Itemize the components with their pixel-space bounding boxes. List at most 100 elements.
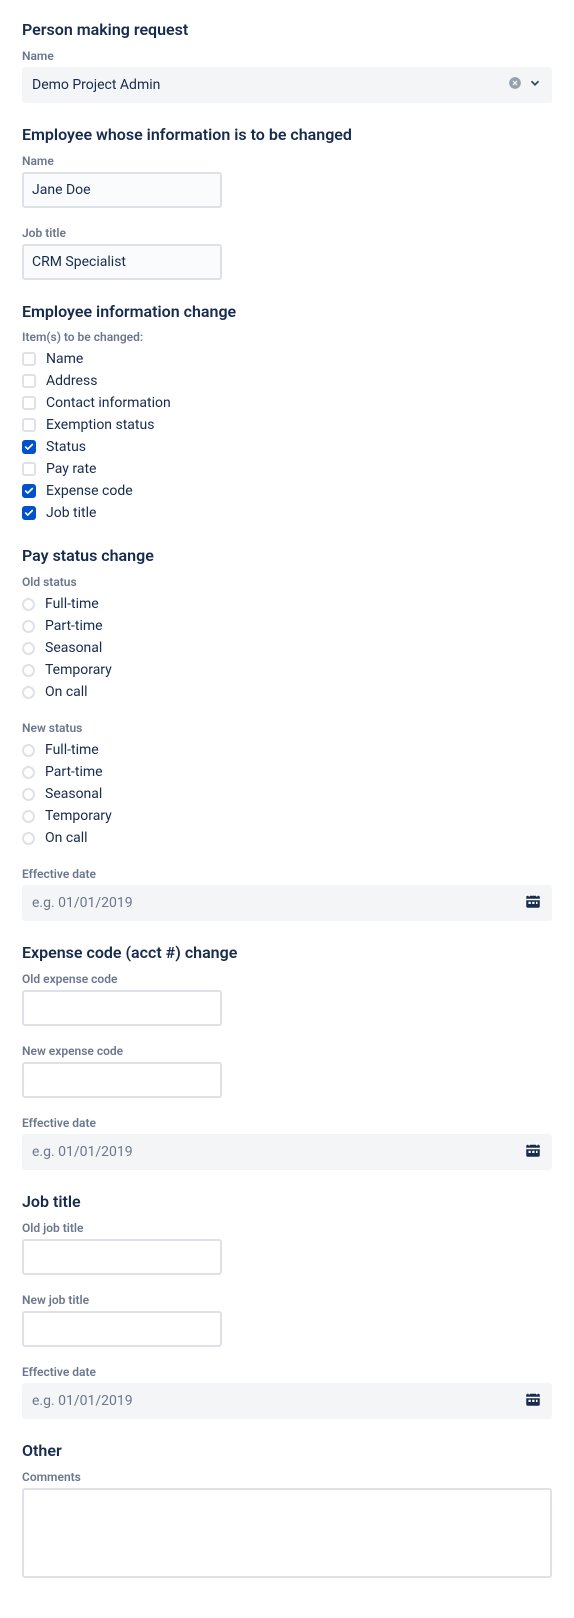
section-title-employee: Employee whose information is to be chan…: [22, 125, 552, 146]
field-employee-job: Job title CRM Specialist: [22, 226, 552, 280]
radio-label: Full-time: [45, 596, 99, 612]
field-old-expense: Old expense code: [22, 972, 552, 1026]
calendar-icon[interactable]: [524, 892, 542, 914]
label-items: Item(s) to be changed:: [22, 330, 552, 344]
label-effective-date: Effective date: [22, 1365, 552, 1379]
date-placeholder: e.g. 01/01/2019: [32, 1393, 524, 1409]
radio-item[interactable]: Temporary: [22, 805, 552, 827]
radio-label: Part-time: [45, 764, 103, 780]
field-employee-name: Name Jane Doe: [22, 154, 552, 208]
checkbox-icon[interactable]: [22, 374, 36, 388]
clear-icon[interactable]: [508, 76, 522, 94]
date-placeholder: e.g. 01/01/2019: [32, 895, 524, 911]
input-new-expense[interactable]: [22, 1062, 222, 1098]
date-input-expense[interactable]: e.g. 01/01/2019: [22, 1134, 552, 1170]
checkbox-item[interactable]: Exemption status: [22, 414, 552, 436]
checkbox-item[interactable]: Contact information: [22, 392, 552, 414]
input-old-expense[interactable]: [22, 990, 222, 1026]
checkbox-label: Status: [46, 439, 86, 455]
checkbox-item[interactable]: Pay rate: [22, 458, 552, 480]
label-new-expense: New expense code: [22, 1044, 552, 1058]
checkbox-item[interactable]: Job title: [22, 502, 552, 524]
radio-item[interactable]: Temporary: [22, 659, 552, 681]
radio-icon[interactable]: [22, 810, 35, 823]
checkbox-item[interactable]: Name: [22, 348, 552, 370]
radio-icon[interactable]: [22, 620, 35, 633]
radio-icon[interactable]: [22, 788, 35, 801]
checkbox-icon[interactable]: [22, 484, 36, 498]
radio-item[interactable]: Seasonal: [22, 783, 552, 805]
radio-list-old-status: Full-time Part-timeSeasonalTemporary On ca…: [22, 593, 552, 703]
field-job-effective-date: Effective date e.g. 01/01/2019: [22, 1365, 552, 1419]
section-other: Other Comments: [22, 1441, 552, 1582]
radio-icon[interactable]: [22, 686, 35, 699]
checkbox-icon[interactable]: [22, 418, 36, 432]
radio-item[interactable]: Full-time: [22, 593, 552, 615]
date-input-job-title[interactable]: e.g. 01/01/2019: [22, 1383, 552, 1419]
radio-label: Full-time: [45, 742, 99, 758]
checkbox-item[interactable]: Address: [22, 370, 552, 392]
label-comments: Comments: [22, 1470, 552, 1484]
checkbox-icon[interactable]: [22, 506, 36, 520]
label-old-status: Old status: [22, 575, 552, 589]
label-requester-name: Name: [22, 49, 552, 63]
field-comments: Comments: [22, 1470, 552, 1582]
checkbox-item[interactable]: Status: [22, 436, 552, 458]
section-title-pay-status: Pay status change: [22, 546, 552, 567]
label-employee-name: Name: [22, 154, 552, 168]
checkbox-icon[interactable]: [22, 352, 36, 366]
checkbox-icon[interactable]: [22, 440, 36, 454]
radio-item[interactable]: Part-time: [22, 615, 552, 637]
radio-label: Temporary: [45, 808, 112, 824]
radio-label: On call: [45, 830, 88, 846]
input-employee-name[interactable]: Jane Doe: [22, 172, 222, 208]
radio-item[interactable]: On call: [22, 681, 552, 703]
radio-icon[interactable]: [22, 766, 35, 779]
section-title-other: Other: [22, 1441, 552, 1462]
radio-icon[interactable]: [22, 598, 35, 611]
field-old-job-title: Old job title: [22, 1221, 552, 1275]
radio-icon[interactable]: [22, 642, 35, 655]
radio-icon[interactable]: [22, 832, 35, 845]
radio-item[interactable]: Seasonal: [22, 637, 552, 659]
date-input-pay-status[interactable]: e.g. 01/01/2019: [22, 885, 552, 921]
label-new-job: New job title: [22, 1293, 552, 1307]
chevron-down-icon[interactable]: [528, 76, 542, 94]
field-items-to-change: Item(s) to be changed: Name Address Contac…: [22, 330, 552, 524]
section-title-info-change: Employee information change: [22, 302, 552, 323]
radio-item[interactable]: Full-time: [22, 739, 552, 761]
checkbox-icon[interactable]: [22, 396, 36, 410]
calendar-icon[interactable]: [524, 1390, 542, 1412]
checkbox-label: Pay rate: [46, 461, 96, 477]
checkbox-label: Job title: [46, 505, 96, 521]
calendar-icon[interactable]: [524, 1141, 542, 1163]
radio-item[interactable]: On call: [22, 827, 552, 849]
checkbox-label: Name: [46, 351, 83, 367]
input-employee-job[interactable]: CRM Specialist: [22, 244, 222, 280]
date-placeholder: e.g. 01/01/2019: [32, 1144, 524, 1160]
checkbox-label: Contact information: [46, 395, 171, 411]
input-old-job-title[interactable]: [22, 1239, 222, 1275]
field-requester-name: Name Demo Project Admin: [22, 49, 552, 103]
input-new-job-title[interactable]: [22, 1311, 222, 1347]
label-effective-date: Effective date: [22, 1116, 552, 1130]
section-job-title: Job title Old job title New job title Ef…: [22, 1192, 552, 1419]
label-old-expense: Old expense code: [22, 972, 552, 986]
radio-item[interactable]: Part-time: [22, 761, 552, 783]
section-pay-status: Pay status change Old status Full-time Pa…: [22, 546, 552, 921]
checkbox-item[interactable]: Expense code: [22, 480, 552, 502]
checkbox-icon[interactable]: [22, 462, 36, 476]
select-requester-name[interactable]: Demo Project Admin: [22, 67, 552, 103]
field-new-job-title: New job title: [22, 1293, 552, 1347]
input-value: Jane Doe: [32, 182, 91, 198]
section-info-change: Employee information change Item(s) to b…: [22, 302, 552, 525]
section-title-requester: Person making request: [22, 20, 552, 41]
section-employee: Employee whose information is to be chan…: [22, 125, 552, 280]
radio-icon[interactable]: [22, 744, 35, 757]
radio-label: On call: [45, 684, 88, 700]
textarea-comments[interactable]: [22, 1488, 552, 1578]
field-pay-effective-date: Effective date e.g. 01/01/2019: [22, 867, 552, 921]
radio-icon[interactable]: [22, 664, 35, 677]
section-title-expense: Expense code (acct #) change: [22, 943, 552, 964]
field-new-status: New status Full-timePart-timeSeasonalTem…: [22, 721, 552, 849]
